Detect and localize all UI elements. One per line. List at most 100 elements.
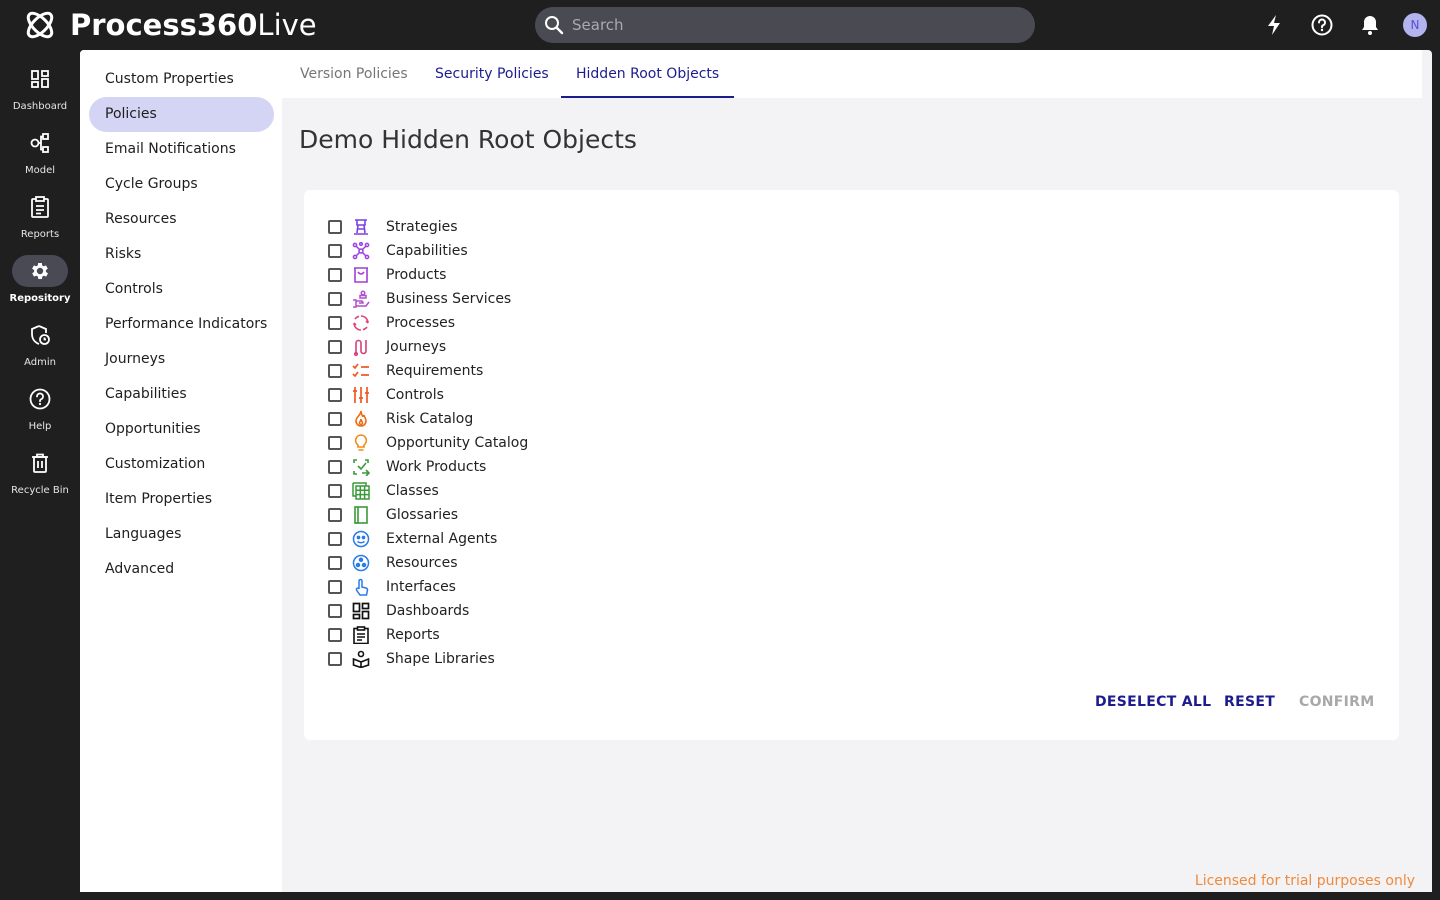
products-icon xyxy=(351,265,371,285)
checkbox[interactable] xyxy=(328,556,342,570)
list-item[interactable]: Capabilities xyxy=(328,239,468,263)
subnav-item-opportunities[interactable]: Opportunities xyxy=(89,412,274,447)
checkbox[interactable] xyxy=(328,628,342,642)
user-avatar[interactable]: N xyxy=(1403,13,1427,37)
opportunity-icon xyxy=(351,433,371,453)
list-item-label: Journeys xyxy=(386,339,447,355)
checkbox[interactable] xyxy=(328,388,342,402)
subnav-item-custom-properties[interactable]: Custom Properties xyxy=(89,62,274,97)
tab-version-policies[interactable]: Version Policies xyxy=(300,50,408,98)
checkbox[interactable] xyxy=(328,508,342,522)
main-panel: Custom Properties Policies Email Notific… xyxy=(80,50,1432,892)
checkbox[interactable] xyxy=(328,532,342,546)
nav-label: Repository xyxy=(9,293,71,304)
nav-reports[interactable]: Reports xyxy=(0,191,80,251)
deselect-all-button[interactable]: DESELECT ALL xyxy=(1095,694,1211,710)
list-item-label: Glossaries xyxy=(386,507,459,523)
list-item[interactable]: External Agents xyxy=(328,527,497,551)
subnav-item-journeys[interactable]: Journeys xyxy=(89,342,274,377)
list-item-label: Interfaces xyxy=(386,579,456,595)
journeys-icon xyxy=(351,337,371,357)
business-services-icon xyxy=(351,289,371,309)
nav-admin[interactable]: Admin xyxy=(0,319,80,379)
subnav-item-customization[interactable]: Customization xyxy=(89,447,274,482)
dashboard-icon xyxy=(351,601,371,621)
help-icon[interactable] xyxy=(1310,13,1334,37)
checkbox[interactable] xyxy=(328,268,342,282)
list-item[interactable]: Strategies xyxy=(328,215,458,239)
checkbox[interactable] xyxy=(328,652,342,666)
subnav-item-email-notifications[interactable]: Email Notifications xyxy=(89,132,274,167)
nav-dashboard[interactable]: Dashboard xyxy=(0,63,80,123)
list-item[interactable]: Products xyxy=(328,263,446,287)
list-item[interactable]: Work Products xyxy=(328,455,486,479)
subnav-item-risks[interactable]: Risks xyxy=(89,237,274,272)
checkbox[interactable] xyxy=(328,364,342,378)
list-item-label: External Agents xyxy=(386,531,498,547)
reset-button[interactable]: RESET xyxy=(1224,694,1275,710)
list-item[interactable]: Controls xyxy=(328,383,444,407)
list-item[interactable]: Dashboards xyxy=(328,599,469,623)
nav-model[interactable]: Model xyxy=(0,127,80,187)
subnav-item-item-properties[interactable]: Item Properties xyxy=(89,482,274,517)
avatar-initial: N xyxy=(1410,18,1420,32)
subnav-item-policies[interactable]: Policies xyxy=(89,97,274,132)
logo-mark-icon xyxy=(26,11,54,39)
nav-recycle-bin[interactable]: Recycle Bin xyxy=(0,447,80,507)
checkbox[interactable] xyxy=(328,604,342,618)
checkbox[interactable] xyxy=(328,436,342,450)
capabilities-icon xyxy=(351,241,371,261)
list-item[interactable]: Opportunity Catalog xyxy=(328,431,528,455)
list-item-label: Reports xyxy=(386,627,440,643)
list-item[interactable]: Classes xyxy=(328,479,439,503)
list-item-label: Opportunity Catalog xyxy=(386,435,529,451)
checkbox[interactable] xyxy=(328,340,342,354)
list-item[interactable]: Shape Libraries xyxy=(328,647,495,671)
checkbox[interactable] xyxy=(328,244,342,258)
work-products-icon xyxy=(351,457,371,477)
list-item[interactable]: Resources xyxy=(328,551,458,575)
bell-icon[interactable] xyxy=(1358,13,1382,37)
subnav-item-capabilities[interactable]: Capabilities xyxy=(89,377,274,412)
list-item[interactable]: Reports xyxy=(328,623,440,647)
list-item[interactable]: Processes xyxy=(328,311,455,335)
nav-repository[interactable]: Repository xyxy=(0,255,80,315)
checkbox[interactable] xyxy=(328,484,342,498)
list-item-label: Processes xyxy=(386,315,456,331)
top-bar: Process360Live N xyxy=(0,0,1440,50)
app-logo[interactable]: Process360Live xyxy=(22,7,317,43)
confirm-button[interactable]: CONFIRM xyxy=(1299,694,1374,710)
subnav-item-languages[interactable]: Languages xyxy=(89,517,274,552)
list-item[interactable]: Glossaries xyxy=(328,503,458,527)
dashboard-icon xyxy=(12,63,68,95)
model-icon xyxy=(12,127,68,159)
nav-help[interactable]: Help xyxy=(0,383,80,443)
list-item-label: Classes xyxy=(386,483,439,499)
checkbox[interactable] xyxy=(328,316,342,330)
search-bar[interactable] xyxy=(535,7,1035,43)
list-item-label: Strategies xyxy=(386,219,458,235)
subnav-item-performance-indicators[interactable]: Performance Indicators xyxy=(89,307,274,342)
list-item[interactable]: Business Services xyxy=(328,287,511,311)
list-item[interactable]: Journeys xyxy=(328,335,446,359)
search-input[interactable] xyxy=(572,16,1012,34)
list-item[interactable]: Risk Catalog xyxy=(328,407,473,431)
lightning-icon[interactable] xyxy=(1262,13,1286,37)
admin-shield-icon xyxy=(12,319,68,351)
checkbox[interactable] xyxy=(328,412,342,426)
checkbox[interactable] xyxy=(328,220,342,234)
list-item-label: Dashboards xyxy=(386,603,470,619)
tab-security-policies[interactable]: Security Policies xyxy=(435,50,549,98)
list-item[interactable]: Requirements xyxy=(328,359,483,383)
checkbox[interactable] xyxy=(328,292,342,306)
list-item-label: Requirements xyxy=(386,363,484,379)
subnav-item-cycle-groups[interactable]: Cycle Groups xyxy=(89,167,274,202)
checkbox[interactable] xyxy=(328,580,342,594)
tab-hidden-root-objects[interactable]: Hidden Root Objects xyxy=(561,50,735,98)
subnav-item-advanced[interactable]: Advanced xyxy=(89,552,274,587)
list-item-label: Business Services xyxy=(386,291,512,307)
subnav-item-controls[interactable]: Controls xyxy=(89,272,274,307)
checkbox[interactable] xyxy=(328,460,342,474)
subnav-item-resources[interactable]: Resources xyxy=(89,202,274,237)
list-item[interactable]: Interfaces xyxy=(328,575,456,599)
